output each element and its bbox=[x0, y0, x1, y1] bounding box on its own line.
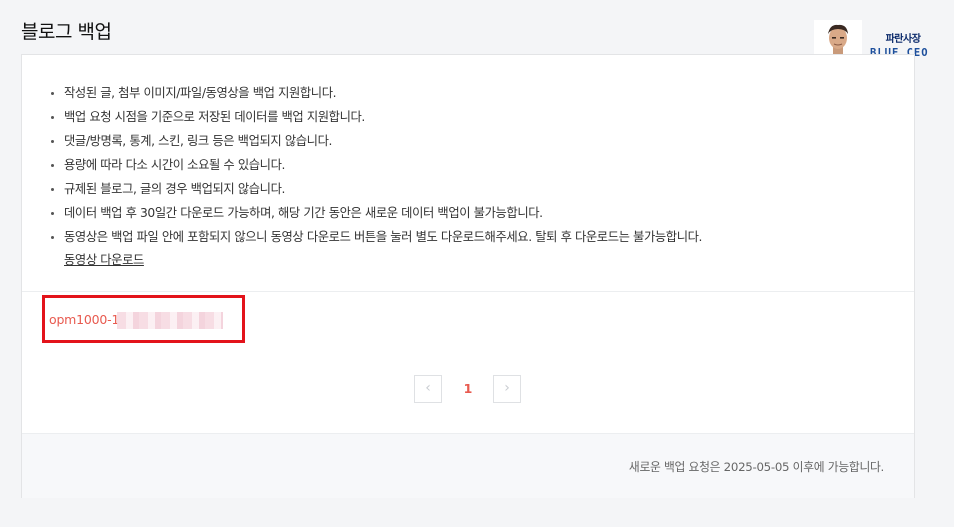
notice-item: 규제된 블로그, 글의 경우 백업되지 않습니다. bbox=[48, 177, 702, 201]
page-title: 블로그 백업 bbox=[21, 21, 112, 43]
video-download-link[interactable]: 동영상 다운로드 bbox=[64, 249, 702, 271]
redacted-filename-blur bbox=[117, 312, 223, 329]
card-footer: 새로운 백업 요청은 2025-05-05 이후에 가능합니다. bbox=[22, 433, 914, 498]
page-number-current[interactable]: 1 bbox=[458, 375, 478, 403]
next-backup-notice: 새로운 백업 요청은 2025-05-05 이후에 가능합니다. bbox=[628, 460, 884, 474]
notice-item-video: 동영상은 백업 파일 안에 포함되지 않으니 동영상 다운로드 버튼을 눌러 별… bbox=[48, 225, 702, 271]
backup-file-link[interactable]: opm1000-1 bbox=[49, 312, 119, 327]
logo-text-ko: 파란사장 bbox=[885, 34, 921, 45]
next-page-button[interactable]: › bbox=[493, 375, 521, 403]
notice-item: 댓글/방명록, 통계, 스킨, 링크 등은 백업되지 않습니다. bbox=[48, 129, 702, 153]
notice-item-text: 동영상은 백업 파일 안에 포함되지 않으니 동영상 다운로드 버튼을 눌러 별… bbox=[64, 230, 703, 244]
notice-item: 데이터 백업 후 30일간 다운로드 가능하며, 해당 기간 동안은 새로운 데… bbox=[48, 201, 702, 225]
notice-item: 백업 요청 시점을 기준으로 저장된 데이터를 백업 지원합니다. bbox=[48, 105, 702, 129]
chevron-left-icon: ‹ bbox=[425, 380, 431, 396]
notice-item: 작성된 글, 첨부 이미지/파일/동영상을 백업 지원합니다. bbox=[48, 81, 702, 105]
backup-card: 작성된 글, 첨부 이미지/파일/동영상을 백업 지원합니다. 백업 요청 시점… bbox=[21, 54, 915, 498]
chevron-right-icon: › bbox=[504, 380, 510, 396]
backup-notice: 작성된 글, 첨부 이미지/파일/동영상을 백업 지원합니다. 백업 요청 시점… bbox=[22, 55, 914, 292]
prev-page-button[interactable]: ‹ bbox=[414, 375, 442, 403]
backup-file-highlight: opm1000-1 bbox=[42, 295, 245, 343]
notice-list: 작성된 글, 첨부 이미지/파일/동영상을 백업 지원합니다. 백업 요청 시점… bbox=[48, 81, 702, 271]
notice-item: 용량에 따라 다소 시간이 소요될 수 있습니다. bbox=[48, 153, 702, 177]
